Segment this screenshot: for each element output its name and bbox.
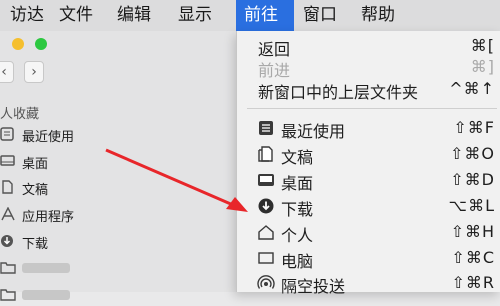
forward-button[interactable]: › [24,61,44,83]
shortcut-label: ⇧⌘D [450,170,495,189]
sidebar-item-label: 应用程序 [22,210,75,225]
shortcut-label: ⇧⌘C [451,248,495,267]
chevron-right-icon: › [31,64,37,80]
menu-item-airdrop[interactable]: 隔空投送 ⇧⌘R [237,270,500,296]
menu-item-documents[interactable]: 文稿 ⇧⌘O [237,141,500,167]
downloads-icon [1,235,13,247]
shortcut-label: ⇧⌘H [450,222,495,241]
menu-item-label: 最近使用 [281,122,346,141]
sidebar-item-recents[interactable]: 最近使用 [0,124,236,146]
downloads-icon [258,198,274,214]
menu-item-label: 文稿 [281,148,314,167]
documents-icon [2,180,13,194]
shortcut-label: ⌥⌘L [448,196,495,215]
menu-help[interactable]: 帮助 [355,0,401,31]
menu-go[interactable]: 前往 [236,0,294,31]
menu-edit[interactable]: 编辑 [111,0,157,31]
menu-item-label: 个人 [281,226,314,245]
sidebar-item-label: 最近使用 [22,130,75,145]
shortcut-label: ⌘] [470,57,495,76]
folder-icon [0,289,16,301]
minimize-button[interactable] [12,38,24,50]
recents-icon [259,121,273,135]
menu-file[interactable]: 文件 [53,0,99,31]
shortcut-label: ⇧⌘O [450,144,495,163]
chevron-left-icon: ‹ [1,64,7,80]
desktop-icon [0,155,15,166]
sidebar-item-documents[interactable]: 文稿 [0,177,236,199]
shortcut-label: ⇧⌘R [451,273,495,292]
menu-view[interactable]: 显示 [172,0,218,31]
menu-item-label: 隔空投送 [281,277,346,296]
menu-item-label: 桌面 [281,174,314,193]
menu-separator [247,108,497,109]
sidebar-item-blurred[interactable] [0,284,236,306]
applications-icon [1,207,15,221]
shortcut-label: ^⌘↑ [449,79,495,98]
desktop-icon [258,174,274,186]
zoom-button[interactable] [35,38,47,50]
documents-icon [258,146,273,162]
sidebar-item-downloads[interactable]: 下载 [0,231,236,253]
recents-icon [0,127,14,141]
menu-bar: 访达 文件 编辑 显示 前往 窗口 帮助 [0,0,500,32]
sidebar-item-desktop[interactable]: 桌面 [0,151,236,173]
menu-item-label: 下载 [281,200,314,219]
go-menu-dropdown: 返回 ⌘[ 前进 ⌘] 新窗口中的上层文件夹 ^⌘↑ 最近使用 ⇧⌘F 文稿 ⇧… [236,31,500,296]
sidebar-section-favorites: 人收藏 [0,107,40,122]
shortcut-label: ⇧⌘F [453,118,495,137]
sidebar-item-blurred[interactable] [0,257,236,279]
sidebar-item-label: 文稿 [22,183,49,198]
menu-item-recents[interactable]: 最近使用 ⇧⌘F [237,115,500,141]
airdrop-icon [257,275,275,289]
back-button[interactable]: ‹ [0,61,14,83]
shortcut-label: ⌘[ [470,36,495,55]
home-icon [258,225,274,240]
menu-item-home[interactable]: 个人 ⇧⌘H [237,219,500,245]
menu-finder[interactable]: 访达 [4,0,50,31]
sidebar-item-label: 下载 [22,237,49,252]
computer-icon [258,252,274,264]
menu-item-enclosing-folder[interactable]: 新窗口中的上层文件夹 ^⌘↑ [237,76,500,102]
menu-item-desktop[interactable]: 桌面 ⇧⌘D [237,167,500,193]
finder-window: ‹ › 人收藏 最近使用 桌面 文稿 应用程序 下载 [0,31,236,301]
menu-item-label: 新窗口中的上层文件夹 [258,83,419,102]
menu-item-downloads[interactable]: 下载 ⌥⌘L [237,193,500,219]
menu-window[interactable]: 窗口 [297,0,343,31]
menu-item-label: 电脑 [281,252,314,271]
sidebar-item-label: 桌面 [22,157,49,172]
sidebar-item-applications[interactable]: 应用程序 [0,204,236,226]
menu-item-computer[interactable]: 电脑 ⇧⌘C [237,245,500,271]
folder-icon [0,262,16,274]
blurred-label [22,263,70,273]
